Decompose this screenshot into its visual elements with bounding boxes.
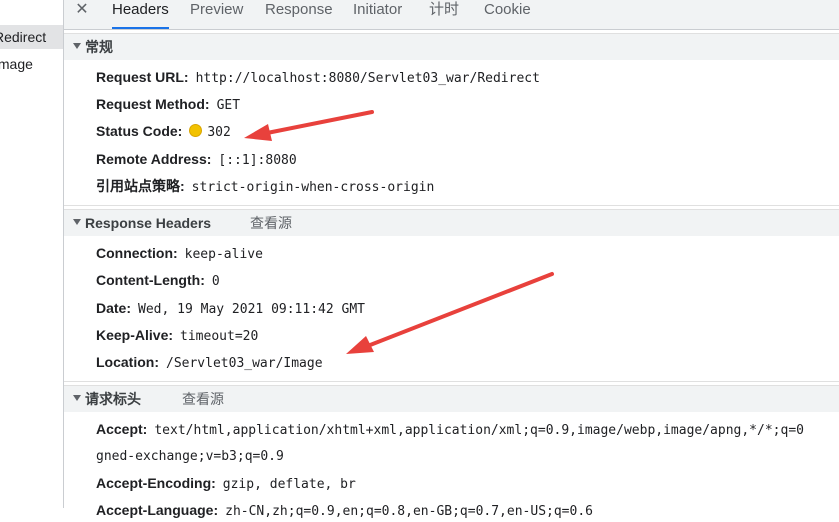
annotation-arrow <box>244 110 374 141</box>
request-item-label: Redirect <box>0 29 47 45</box>
request-headers-section-header[interactable]: 请求标头 查看源 <box>64 385 839 412</box>
collapse-triangle-icon <box>73 219 81 225</box>
request-header-row: Accept: text/html,application/xhtml+xml,a… <box>96 419 804 439</box>
annotation-arrow <box>346 272 554 354</box>
section-title: 请求标头 <box>85 391 141 407</box>
request-item-label: Image <box>0 56 33 72</box>
section-title: Response Headers <box>85 215 212 231</box>
response-header-row: Connection: keep-alive <box>96 243 263 263</box>
request-header-row: Accept-Language: zh-CN,zh;q=0.9,en;q=0.8,… <box>96 500 593 520</box>
header-key: Date: <box>96 300 132 316</box>
header-value: GET <box>216 98 241 113</box>
section-title: 常规 <box>85 39 113 55</box>
response-header-row: Location: /Servlet03_war/Image <box>96 352 323 372</box>
header-value: Wed, 19 May 2021 09:11:42 GMT <box>138 302 365 317</box>
section-divider <box>64 381 839 382</box>
header-value: gned-exchange;v=b3;q=0.9 <box>96 449 284 464</box>
status-dot-icon <box>189 124 203 137</box>
header-key: Request Method: <box>96 96 210 112</box>
header-value: keep-alive <box>184 247 263 262</box>
request-item-image[interactable]: Image <box>0 52 63 76</box>
request-list-panel: Redirect Image <box>0 0 64 508</box>
header-key: Request URL: <box>96 69 189 85</box>
section-divider <box>64 205 839 206</box>
tab-response[interactable]: Response <box>265 0 333 27</box>
header-key: 引用站点策略: <box>96 178 185 194</box>
header-key: Connection: <box>96 245 178 261</box>
close-icon[interactable]: ✕ <box>74 0 90 22</box>
header-key: Keep-Alive: <box>96 327 174 343</box>
header-key: Accept: <box>96 421 148 437</box>
view-source-link[interactable]: 查看源 <box>250 210 292 236</box>
request-method-row: Request Method: GET <box>96 94 240 114</box>
tab-initiator[interactable]: Initiator <box>353 0 402 27</box>
response-header-row: Content-Length: 0 <box>96 270 220 290</box>
tab-headers[interactable]: Headers <box>112 0 169 29</box>
view-source-link[interactable]: 查看源 <box>182 386 224 412</box>
header-key: Accept-Encoding: <box>96 475 216 491</box>
header-key: Remote Address: <box>96 151 212 167</box>
tab-preview[interactable]: Preview <box>190 0 243 27</box>
request-item-redirect[interactable]: Redirect <box>0 25 63 49</box>
header-value: gzip, deflate, br <box>222 477 356 492</box>
remote-address-row: Remote Address: [::1]:8080 <box>96 149 297 169</box>
header-value: zh-CN,zh;q=0.9,en;q=0.8,en-GB;q=0.7,en-U… <box>225 504 593 519</box>
header-value: http://localhost:8080/Servlet03_war/Redi… <box>195 71 540 86</box>
header-value: 0 <box>211 274 220 289</box>
header-key: Status Code: <box>96 123 183 139</box>
request-header-continuation: gned-exchange;v=b3;q=0.9 <box>96 445 284 465</box>
tab-timing[interactable]: 计时 <box>429 0 459 27</box>
status-code-row: Status Code: 302 <box>96 121 231 141</box>
header-value: timeout=20 <box>180 329 259 344</box>
header-value: strict-origin-when-cross-origin <box>191 180 435 195</box>
response-header-row: Keep-Alive: timeout=20 <box>96 325 258 345</box>
tab-cookie[interactable]: Cookie <box>484 0 531 27</box>
response-headers-section-header[interactable]: Response Headers 查看源 <box>64 209 839 236</box>
referrer-policy-row: 引用站点策略: strict-origin-when-cross-origin <box>96 176 434 196</box>
collapse-triangle-icon <box>73 395 81 401</box>
collapse-triangle-icon <box>73 43 81 49</box>
header-key: Content-Length: <box>96 272 205 288</box>
request-url-row: Request URL: http://localhost:8080/Servle… <box>96 67 540 87</box>
response-header-row: Date: Wed, 19 May 2021 09:11:42 GMT <box>96 298 365 318</box>
general-section-header[interactable]: 常规 <box>64 33 839 60</box>
header-value: [::1]:8080 <box>218 153 297 168</box>
header-value: 302 <box>207 125 231 140</box>
header-value: text/html,application/xhtml+xml,applicat… <box>154 423 804 438</box>
detail-tabbar: ✕ Headers Preview Response Initiator 计时 … <box>64 0 839 30</box>
request-header-row: Accept-Encoding: gzip, deflate, br <box>96 473 356 493</box>
header-key: Accept-Language: <box>96 502 219 518</box>
header-key: Location: <box>96 354 159 370</box>
header-value: /Servlet03_war/Image <box>166 356 323 371</box>
